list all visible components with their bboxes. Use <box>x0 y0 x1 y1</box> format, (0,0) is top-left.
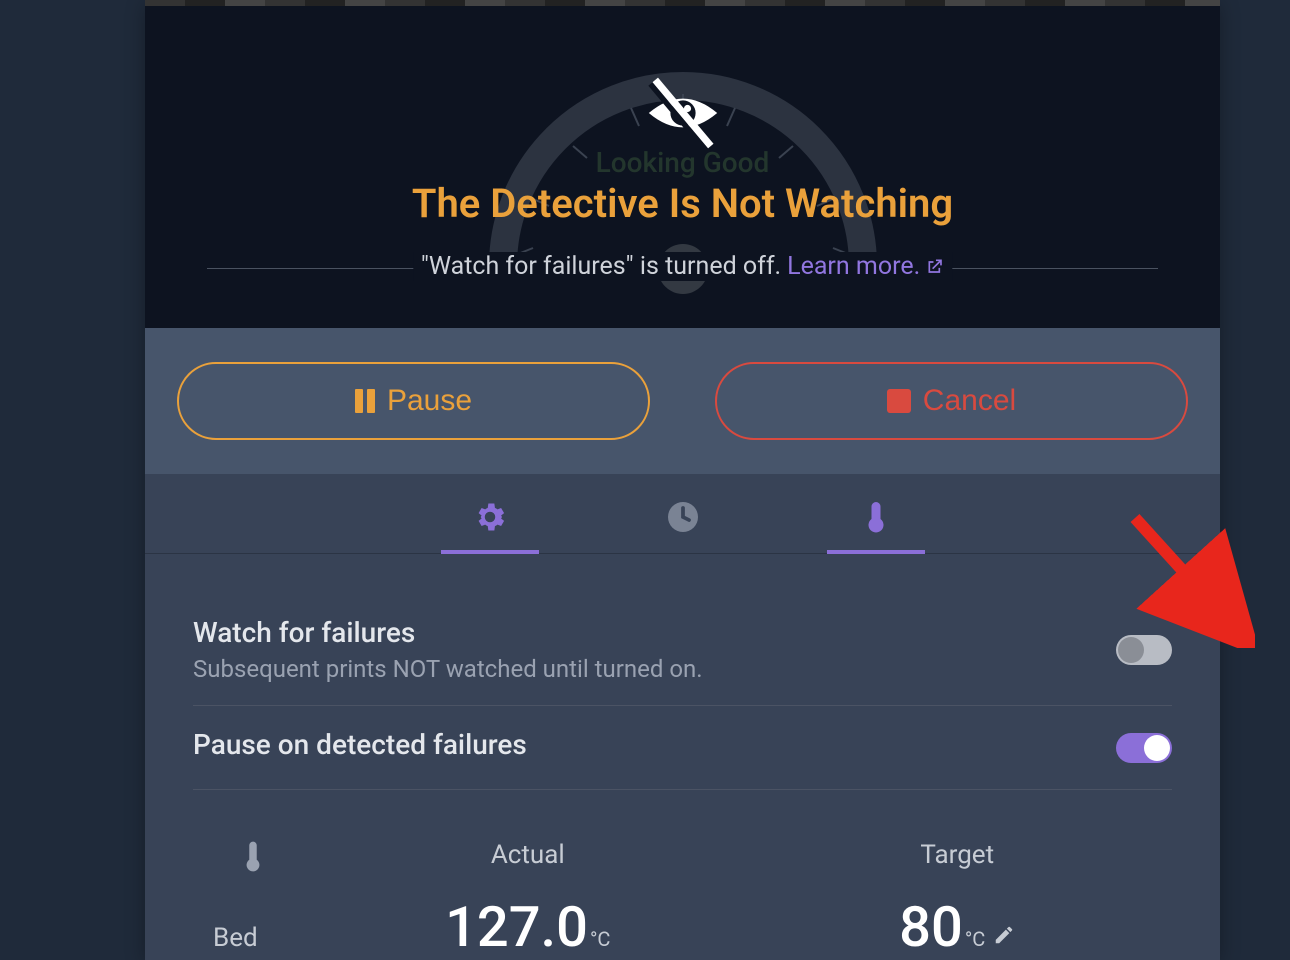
setting-pause-on-failure: Pause on detected failures <box>193 706 1172 790</box>
gauge-status-text: Looking Good <box>596 146 770 179</box>
printer-card: Looking Good The Detective Is Not Watchi… <box>145 0 1220 960</box>
temp-row-bed: Bed 127.0 °C 80 °C <box>193 894 1172 960</box>
temperature-header: Actual Target <box>193 790 1172 894</box>
pause-button[interactable]: Pause <box>177 362 650 440</box>
setting-title: Pause on detected failures <box>193 728 1116 761</box>
tabs-section <box>145 474 1220 554</box>
setting-text: Watch for failures Subsequent prints NOT… <box>193 616 1116 683</box>
subtitle-row: "Watch for failures" is turned off. Lear… <box>413 252 952 281</box>
temp-target-value: 80 <box>899 894 963 960</box>
thermometer-icon <box>239 840 267 876</box>
temp-actual-unit: °C <box>590 927 611 951</box>
temp-row-label: Bed <box>193 923 313 953</box>
setting-subtitle: Subsequent prints NOT watched until turn… <box>193 655 1116 683</box>
temp-actual-value: 127.0 <box>445 894 588 960</box>
actual-header: Actual <box>313 840 743 876</box>
detective-title: The Detective Is Not Watching <box>412 180 953 227</box>
setting-watch-for-failures: Watch for failures Subsequent prints NOT… <box>193 594 1172 706</box>
cancel-label: Cancel <box>923 384 1016 418</box>
learn-more-text: Learn more. <box>787 252 920 281</box>
gear-icon <box>472 499 508 535</box>
stop-icon <box>887 389 911 413</box>
temp-header-icon-col <box>193 840 313 876</box>
pencil-icon <box>993 924 1015 946</box>
pause-on-failure-toggle[interactable] <box>1116 733 1172 763</box>
temp-actual-cell: 127.0 °C <box>313 894 743 960</box>
temp-target-cell[interactable]: 80 °C <box>743 894 1173 960</box>
eye-slash-icon <box>638 68 728 158</box>
temp-target-unit: °C <box>965 927 986 951</box>
pause-icon <box>355 389 375 413</box>
setting-title: Watch for failures <box>193 616 1116 649</box>
tab-history[interactable] <box>634 480 732 554</box>
watch-for-failures-toggle[interactable] <box>1116 635 1172 665</box>
tab-settings[interactable] <box>441 480 539 554</box>
subtitle-text: "Watch for failures" is turned off. <box>421 252 781 281</box>
pause-label: Pause <box>387 384 472 418</box>
learn-more-link[interactable]: Learn more. <box>787 252 944 281</box>
cancel-button[interactable]: Cancel <box>715 362 1188 440</box>
thermometer-icon <box>858 499 894 535</box>
clock-icon <box>665 499 701 535</box>
settings-body: Watch for failures Subsequent prints NOT… <box>145 554 1220 960</box>
target-header: Target <box>743 840 1173 876</box>
tab-temperature[interactable] <box>827 480 925 554</box>
detective-gauge-section: Looking Good The Detective Is Not Watchi… <box>145 6 1220 328</box>
action-section: Pause Cancel <box>145 328 1220 474</box>
setting-text: Pause on detected failures <box>193 728 1116 767</box>
external-link-icon <box>924 257 944 277</box>
